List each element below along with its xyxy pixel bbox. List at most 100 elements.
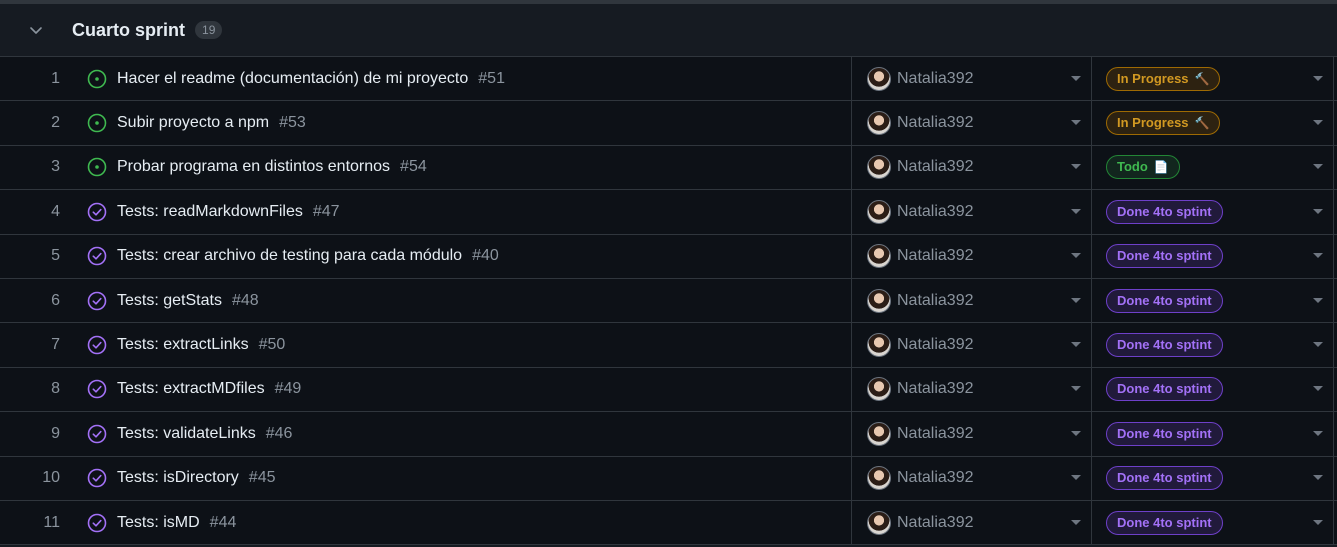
- assignee-dropdown-icon[interactable]: [1071, 342, 1081, 348]
- issue-open-icon: [87, 113, 107, 133]
- status-cell[interactable]: Done 4to sptint: [1092, 234, 1334, 278]
- title-cell: Probar programa en distintos entornos #54: [84, 145, 852, 190]
- row-number: 7: [51, 336, 60, 354]
- issue-open-icon: [87, 69, 107, 88]
- table-row[interactable]: 5 Tests: crear archivo de testing para ca…: [0, 234, 1337, 279]
- assignee-dropdown-icon[interactable]: [1071, 75, 1081, 81]
- status-cell[interactable]: Done 4to sptint: [1092, 190, 1334, 234]
- status-cell[interactable]: Done 4to sptint: [1092, 367, 1334, 412]
- status-dropdown-icon[interactable]: [1313, 208, 1323, 214]
- assignee-dropdown-icon[interactable]: [1071, 120, 1081, 126]
- issue-title-link[interactable]: Tests: crear archivo de testing para cad…: [117, 247, 462, 265]
- table-row[interactable]: 11 Tests: isMD #44 Natalia392 Done 4to sptin…: [0, 500, 1337, 546]
- title-cell: Subir proyecto a npm #53: [84, 101, 852, 145]
- table-row[interactable]: 6 Tests: getStats #48 Natalia392 Done 4to sp…: [0, 278, 1337, 324]
- assignee-cell[interactable]: Natalia392: [852, 101, 1092, 145]
- issue-title-link[interactable]: Tests: extractLinks: [117, 336, 249, 354]
- row-number: 10: [42, 469, 60, 487]
- title-cell: Tests: crear archivo de testing para cad…: [84, 234, 852, 278]
- assignee-name: Natalia392: [897, 158, 974, 176]
- assignee-name: Natalia392: [897, 380, 974, 398]
- title-cell: Tests: readMarkdownFiles #47: [84, 190, 852, 234]
- assignee-name: Natalia392: [897, 513, 974, 531]
- assignee-cell[interactable]: Natalia392: [852, 234, 1092, 278]
- status-dropdown-icon[interactable]: [1313, 475, 1323, 481]
- issue-number: #47: [312, 202, 340, 220]
- status-cell[interactable]: In Progress 🔨: [1092, 57, 1334, 101]
- status-dropdown-icon[interactable]: [1313, 253, 1323, 259]
- issue-title-link[interactable]: Tests: validateLinks: [117, 425, 256, 443]
- table-row[interactable]: 3 Probar programa en distintos entornos #5…: [0, 145, 1337, 191]
- avatar: [867, 333, 891, 358]
- assignee-cell[interactable]: Natalia392: [852, 190, 1092, 234]
- avatar: [867, 199, 891, 224]
- avatar: [867, 155, 891, 180]
- chevron-down-icon: [30, 27, 42, 34]
- status-cell[interactable]: In Progress 🔨: [1092, 101, 1334, 145]
- issue-title-link[interactable]: Hacer el readme (documentación) de mi pr…: [117, 70, 468, 88]
- assignee-dropdown-icon[interactable]: [1071, 519, 1081, 525]
- collapse-group-button[interactable]: [16, 10, 56, 50]
- row-number: 4: [51, 202, 60, 220]
- issue-title-link[interactable]: Tests: isDirectory: [117, 469, 239, 487]
- issue-title-link[interactable]: Tests: getStats: [117, 292, 222, 310]
- issue-closed-icon: [87, 513, 107, 532]
- status-cell[interactable]: Done 4to sptint: [1092, 412, 1334, 456]
- status-dropdown-icon[interactable]: [1313, 386, 1323, 392]
- group-header: Cuarto sprint 19: [0, 4, 1337, 57]
- issue-title-link[interactable]: Probar programa en distintos entornos: [117, 158, 390, 176]
- assignee-dropdown-icon[interactable]: [1071, 430, 1081, 436]
- table-row[interactable]: 10 Tests: isDirectory #45 Natalia392 Done 4t…: [0, 456, 1337, 501]
- table-row[interactable]: 2 Subir proyecto a npm #53 Natalia392 In Pro…: [0, 101, 1337, 146]
- status-cell[interactable]: Todo 📄: [1092, 145, 1334, 190]
- assignee-dropdown-icon[interactable]: [1071, 386, 1081, 392]
- issue-open-icon: [87, 158, 107, 177]
- assignee-cell[interactable]: Natalia392: [852, 278, 1092, 323]
- status-cell[interactable]: Done 4to sptint: [1092, 500, 1334, 545]
- status-dropdown-icon[interactable]: [1313, 430, 1323, 436]
- row-number: 8: [51, 380, 60, 398]
- table-row[interactable]: 8 Tests: extractMDfiles #49 Natalia392 Done …: [0, 367, 1337, 413]
- assignee-dropdown-icon[interactable]: [1071, 297, 1081, 303]
- status-cell[interactable]: Done 4to sptint: [1092, 456, 1334, 500]
- assignee-dropdown-icon[interactable]: [1071, 208, 1081, 214]
- assignee-cell[interactable]: Natalia392: [852, 145, 1092, 190]
- assignee-dropdown-icon[interactable]: [1071, 475, 1081, 481]
- assignee-name: Natalia392: [897, 69, 974, 87]
- status-dropdown-icon[interactable]: [1313, 75, 1323, 81]
- status-badge: Done 4to sptint: [1106, 199, 1223, 224]
- assignee-dropdown-icon[interactable]: [1071, 253, 1081, 259]
- status-label: Done 4to sptint: [1117, 514, 1212, 530]
- status-dropdown-icon[interactable]: [1313, 120, 1323, 126]
- status-dropdown-icon[interactable]: [1313, 297, 1323, 303]
- assignee-cell[interactable]: Natalia392: [852, 323, 1092, 367]
- status-emoji: 🔨: [1194, 116, 1210, 131]
- assignee-dropdown-icon[interactable]: [1071, 164, 1081, 170]
- table-row[interactable]: 1 Hacer el readme (documentación) de mi p…: [0, 57, 1337, 102]
- status-dropdown-icon[interactable]: [1313, 342, 1323, 348]
- avatar: [867, 377, 891, 402]
- status-cell[interactable]: Done 4to sptint: [1092, 323, 1334, 367]
- table-row[interactable]: 9 Tests: validateLinks #46 Natalia392 Done 4…: [0, 412, 1337, 457]
- assignee-cell[interactable]: Natalia392: [852, 57, 1092, 101]
- row-number: 1: [51, 69, 60, 87]
- assignee-cell[interactable]: Natalia392: [852, 367, 1092, 412]
- table-row[interactable]: 7 Tests: extractLinks #50 Natalia392 Done 4t…: [0, 323, 1337, 368]
- title-cell: Tests: extractMDfiles #49: [84, 367, 852, 412]
- assignee-cell[interactable]: Natalia392: [852, 456, 1092, 500]
- status-cell[interactable]: Done 4to sptint: [1092, 278, 1334, 323]
- issue-title-link[interactable]: Tests: isMD: [117, 514, 200, 532]
- status-dropdown-icon[interactable]: [1313, 519, 1323, 525]
- issue-title-link[interactable]: Subir proyecto a npm: [117, 114, 269, 132]
- title-cell: Tests: validateLinks #46: [84, 412, 852, 456]
- status-emoji: 📄: [1153, 160, 1169, 175]
- status-label: Done 4to sptint: [1117, 248, 1212, 264]
- table-row[interactable]: 4 Tests: readMarkdownFiles #47 Natalia392 Do…: [0, 190, 1337, 235]
- assignee-cell[interactable]: Natalia392: [852, 412, 1092, 456]
- title-cell: Tests: isMD #44: [84, 500, 852, 545]
- issue-title-link[interactable]: Tests: extractMDfiles: [117, 380, 265, 398]
- group-count-badge: 19: [195, 21, 223, 39]
- status-dropdown-icon[interactable]: [1313, 164, 1323, 170]
- issue-title-link[interactable]: Tests: readMarkdownFiles: [117, 203, 303, 221]
- assignee-cell[interactable]: Natalia392: [852, 500, 1092, 545]
